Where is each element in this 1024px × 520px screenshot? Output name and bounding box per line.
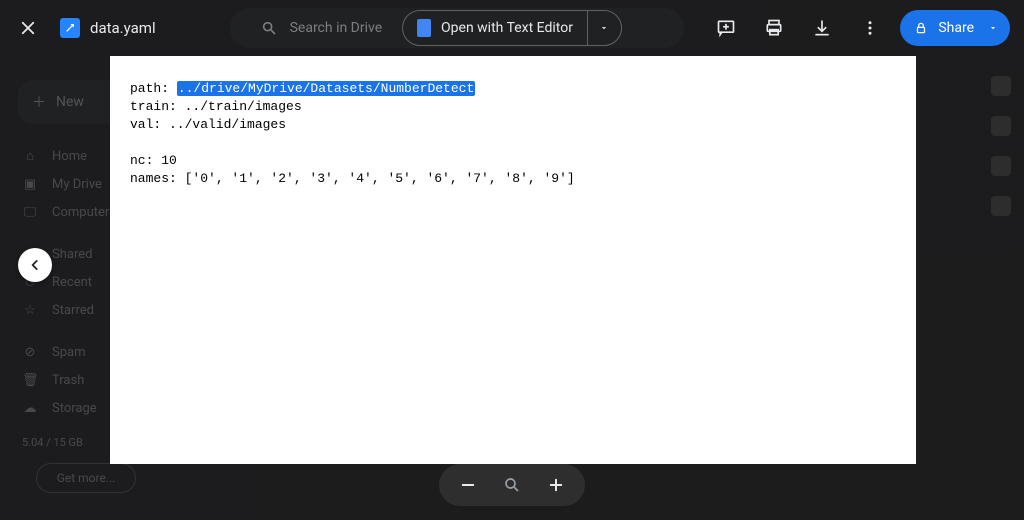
zoom-controls xyxy=(439,464,585,506)
add-comment-button[interactable] xyxy=(708,10,744,46)
search-ghost: Search in Drive xyxy=(260,19,383,37)
print-button[interactable] xyxy=(756,10,792,46)
file-name: data.yaml xyxy=(90,19,156,37)
zoom-out-button[interactable] xyxy=(453,470,483,500)
yaml-path-key: path: xyxy=(130,81,177,96)
share-label: Share xyxy=(938,20,974,36)
zoom-in-button[interactable] xyxy=(541,470,571,500)
download-button[interactable] xyxy=(804,10,840,46)
text-editor-icon xyxy=(417,19,431,37)
chevron-left-icon xyxy=(28,258,42,272)
search-placeholder: Search in Drive xyxy=(290,20,383,36)
yaml-val-line: val: ../valid/images xyxy=(130,116,896,134)
open-with-group: Open with Text Editor xyxy=(402,10,622,46)
kebab-icon xyxy=(861,19,879,37)
yaml-path-selection: ../drive/MyDrive/Datasets/NumberDetect xyxy=(177,81,475,96)
lock-icon xyxy=(914,21,928,35)
collapse-sidebar-button[interactable] xyxy=(18,248,52,282)
open-with-label: Open with Text Editor xyxy=(441,20,573,36)
search-icon xyxy=(260,19,278,37)
open-with-button[interactable]: Open with Text Editor xyxy=(403,19,587,37)
magnifier-icon xyxy=(503,476,521,494)
open-with-dropdown[interactable] xyxy=(587,11,621,45)
yaml-names-line: names: ['0', '1', '2', '3', '4', '5', '6… xyxy=(130,170,896,188)
chevron-down-icon xyxy=(988,23,998,33)
zoom-reset-button[interactable] xyxy=(497,470,527,500)
chevron-down-icon xyxy=(599,23,609,33)
plus-icon xyxy=(547,476,565,494)
file-type-icon xyxy=(60,18,80,38)
yaml-train-line: train: ../train/images xyxy=(130,98,896,116)
minus-icon xyxy=(459,476,477,494)
share-button[interactable]: Share xyxy=(900,10,1010,46)
more-actions-button[interactable] xyxy=(852,10,888,46)
preview-topbar: data.yaml Search in Drive Open with Text… xyxy=(0,0,1024,56)
file-preview: path: ../drive/MyDrive/Datasets/NumberDe… xyxy=(110,56,916,464)
yaml-nc-line: nc: 10 xyxy=(130,152,896,170)
file-chip: data.yaml xyxy=(60,18,156,38)
close-button[interactable] xyxy=(12,12,44,44)
